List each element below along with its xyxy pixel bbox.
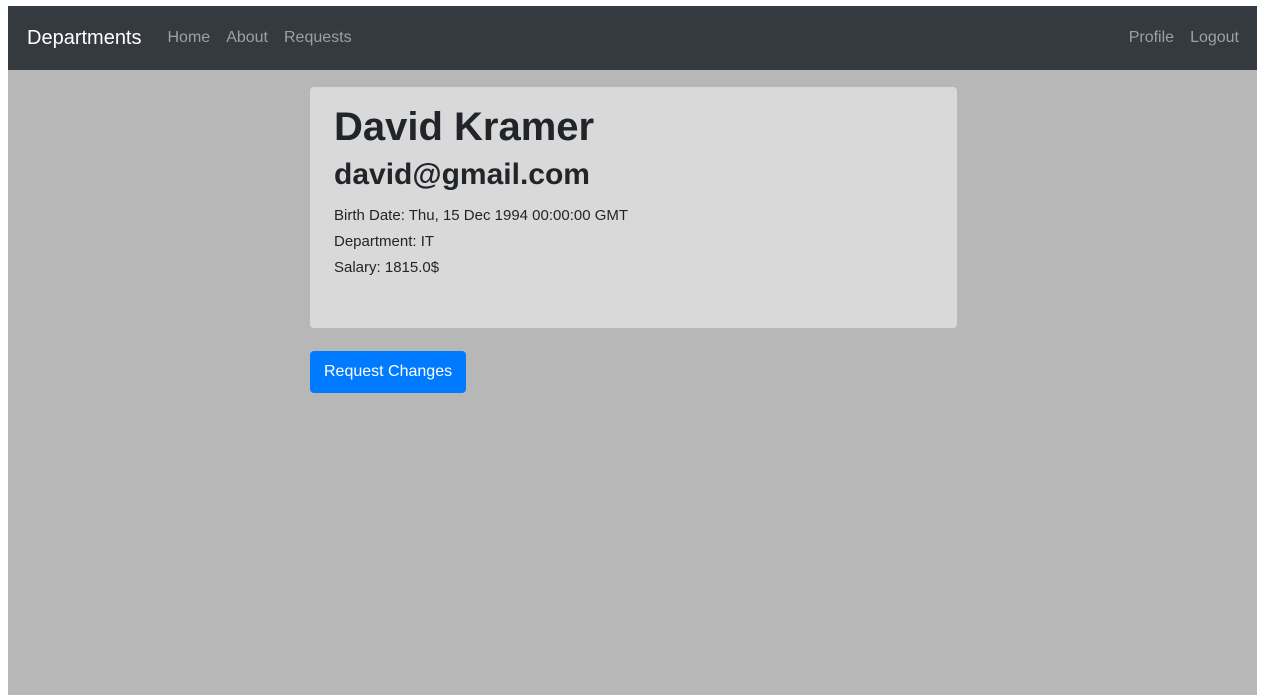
navbar-right: Profile Logout [1129,29,1239,47]
profile-name: David Kramer [334,105,595,149]
nav-link-requests[interactable]: Requests [276,29,360,47]
profile-salary: Salary: 1815.0$ [334,259,440,276]
profile-card: David Kramer david@gmail.com Birth Date:… [310,87,957,328]
profile-birth-date: Birth Date: Thu, 15 Dec 1994 00:00:00 GM… [334,207,629,224]
nav-link-logout[interactable]: Logout [1182,29,1239,47]
profile-department: Department: IT [334,233,435,250]
nav-link-home[interactable]: Home [160,29,219,47]
app-viewport: Departments Home About Requests Profile … [8,6,1257,695]
navbar-left: Departments Home About Requests [27,27,360,50]
nav-link-about[interactable]: About [218,29,276,47]
profile-email: david@gmail.com [334,158,590,191]
top-navbar: Departments Home About Requests Profile … [8,6,1257,70]
nav-link-profile[interactable]: Profile [1129,29,1182,47]
request-changes-button[interactable]: Request Changes [310,351,467,393]
navbar-brand[interactable]: Departments [27,27,142,50]
